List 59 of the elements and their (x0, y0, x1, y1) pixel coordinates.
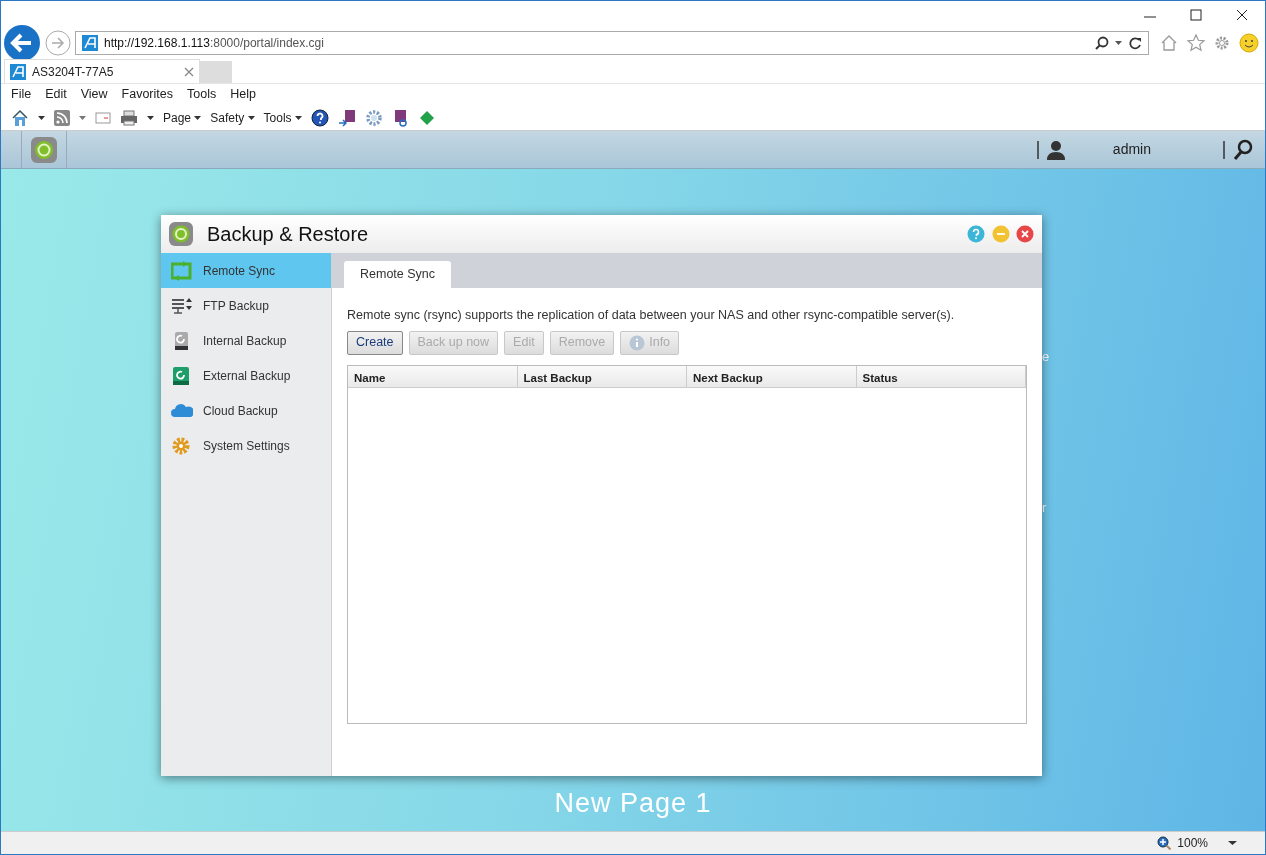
smiley-icon[interactable] (1238, 33, 1259, 53)
tab[interactable]: Remote Sync (344, 261, 452, 288)
column-header[interactable]: Name (348, 365, 518, 387)
page-label: New Page 1 (554, 788, 712, 818)
app-logo-icon (169, 222, 193, 246)
icon-label: r (1042, 499, 1047, 517)
toolbar-menu[interactable]: Safety (210, 108, 255, 127)
site-logo-icon (82, 35, 98, 51)
zoom-level[interactable]: 100% (1177, 834, 1208, 852)
column-header[interactable]: Status (856, 365, 1026, 387)
sidebar-item[interactable]: FTP Backup (161, 288, 331, 323)
icon-label: e (1042, 348, 1050, 366)
star-icon[interactable] (1185, 33, 1206, 53)
description-text: Remote sync (rsync) supports the replication of data between your NAS and other rsync-compatible server(s). (346, 307, 956, 324)
search-icon[interactable] (1094, 36, 1109, 50)
caret-icon[interactable] (1228, 841, 1237, 845)
help-icon[interactable] (310, 108, 329, 127)
caret-icon[interactable] (1114, 41, 1122, 45)
window-title: Backup & Restore (207, 222, 370, 247)
menu-item[interactable]: File (11, 85, 32, 104)
caret-icon (294, 115, 302, 120)
maximize-icon[interactable] (1187, 7, 1205, 23)
printer-icon[interactable] (120, 109, 138, 126)
gear-icon[interactable] (364, 108, 383, 127)
caret-icon[interactable] (38, 115, 45, 120)
sidebar-item[interactable]: Cloud Backup (161, 393, 331, 428)
caret-icon (194, 115, 202, 120)
diamond-icon[interactable] (418, 109, 435, 126)
info-icon (629, 334, 646, 351)
menu-item[interactable]: Favorites (121, 85, 173, 104)
menu-item[interactable]: View (80, 85, 108, 104)
sidebar-item[interactable]: System Settings (161, 428, 331, 463)
column-header[interactable]: Next Backup (687, 365, 857, 387)
back-icon[interactable] (3, 24, 41, 62)
user-icon[interactable] (1036, 138, 1067, 161)
toolbar-menu[interactable]: Tools (263, 108, 302, 127)
site-logo-icon (10, 63, 26, 80)
home-icon[interactable] (11, 108, 29, 127)
column-header[interactable]: Last Backup (517, 365, 687, 387)
sync-icon (171, 260, 193, 281)
username[interactable]: admin (1112, 139, 1151, 160)
feed-icon[interactable] (54, 109, 70, 126)
app-logo-icon[interactable] (31, 136, 57, 163)
sidebar-item[interactable]: External Backup (161, 358, 331, 393)
search-icon[interactable] (1223, 138, 1255, 161)
zoom-icon[interactable] (1157, 836, 1172, 850)
caret-icon (247, 115, 255, 120)
browser-tab[interactable]: AS3204T-77A5 (4, 59, 200, 83)
send-to-notes-icon[interactable] (337, 108, 356, 127)
sidebar-item[interactable]: Remote Sync (161, 253, 331, 288)
menu-item[interactable]: Edit (45, 85, 67, 104)
action-button[interactable]: Create (347, 330, 403, 355)
menu-item[interactable]: Help (230, 85, 256, 104)
refresh-icon[interactable] (1127, 36, 1142, 50)
caret-icon[interactable] (147, 115, 154, 120)
address-field[interactable]: http://192.168.1.113:8000/portal/index.cgi (75, 31, 1149, 55)
menu-item[interactable]: Tools (187, 85, 217, 104)
sidebar-item[interactable]: Internal Backup (161, 323, 331, 358)
toolbar-menu[interactable]: Page (163, 108, 202, 127)
